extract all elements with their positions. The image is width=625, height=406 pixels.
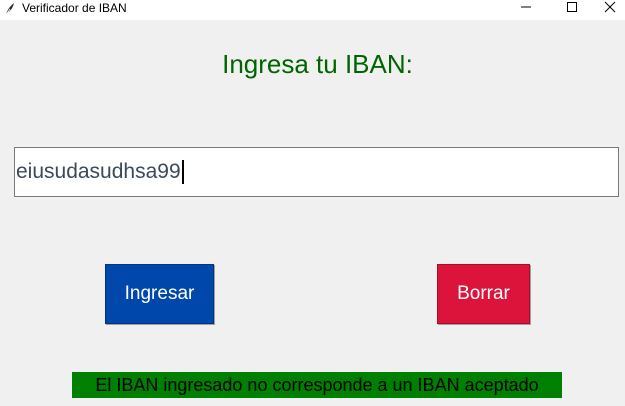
iban-prompt-label: Ingresa tu IBAN: (222, 49, 413, 79)
feather-icon (3, 2, 17, 16)
ingresar-button-label: Ingresar (124, 283, 195, 304)
iban-input[interactable]: eiusudasudhsa99 (14, 147, 619, 197)
close-button[interactable] (595, 0, 625, 20)
minimize-button[interactable] (503, 0, 549, 20)
maximize-icon (566, 0, 578, 18)
app-window: Verificador de IBAN Ingresa tu IBAN: eiu… (0, 0, 625, 406)
borrar-button[interactable]: Borrar (437, 264, 530, 324)
window-title: Verificador de IBAN (22, 1, 127, 15)
borrar-button-label: Borrar (457, 283, 510, 304)
iban-input-value: eiusudasudhsa99 (16, 160, 181, 183)
text-caret (181, 160, 184, 184)
title-bar[interactable]: Verificador de IBAN (0, 0, 625, 20)
status-message: El IBAN ingresado no corresponde a un IB… (72, 372, 562, 398)
close-icon (604, 0, 616, 18)
maximize-button[interactable] (549, 0, 595, 20)
ingresar-button[interactable]: Ingresar (105, 264, 214, 324)
minimize-icon (520, 0, 532, 18)
